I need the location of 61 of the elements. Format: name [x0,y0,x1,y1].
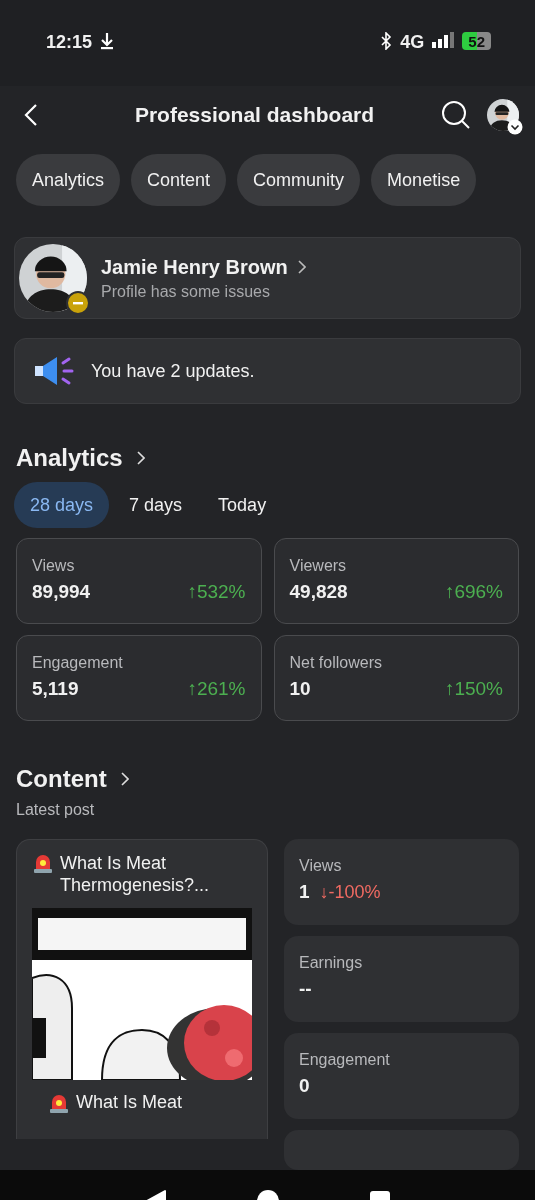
stat-card[interactable]: Earnings -- [284,936,519,1022]
stat-value: 5,119 [32,678,79,700]
chevron-right-icon[interactable] [136,451,145,465]
minus-icon [66,291,90,315]
section-title: Content [16,765,107,793]
megaphone-icon [33,354,75,388]
change-value: ↑261% [187,678,246,700]
battery-icon: 52 [462,32,491,50]
range-tab[interactable]: 28 days [14,482,110,528]
download-icon [100,32,115,50]
nav-chip[interactable]: Community [237,154,361,206]
profile-card[interactable]: Jamie Henry Brown Profile has some issues [14,237,521,319]
stat-value: 10 [289,678,311,700]
stat-card[interactable]: Engagement 5,119 ↑261% [16,635,262,721]
post-title: What Is Meat Thermogenesis?... [60,852,211,896]
profile-status: Profile has some issues [101,282,271,301]
siren-icon [32,852,54,874]
range-tab[interactable]: 7 days [113,482,199,528]
network-type: 4G [400,32,425,53]
stat-card[interactable]: Views 89,994 ↑532% [16,538,262,624]
section-title: Analytics [16,444,123,472]
page-title: Professional dashboard [133,103,376,127]
back-icon[interactable] [24,103,38,127]
change-value: ↓-100% [319,881,381,903]
stat-card[interactable]: Viewers 49,828 ↑696% [273,538,519,624]
updates-text: You have 2 updates. [91,360,255,382]
chevron-right-icon [297,260,306,274]
updates-card[interactable]: You have 2 updates. [14,338,521,404]
stat-label: Earnings [299,954,364,972]
stat-value: 49,828 [289,581,348,603]
post-card[interactable]: What Is Meat Thermogenesis?... What Is Meat [16,839,268,1139]
change-value: ↑150% [444,678,503,700]
change-value: ↑696% [444,581,503,603]
change-value: ↑532% [187,581,246,603]
stat-label: Net followers [289,654,383,672]
siren-icon [48,1092,70,1114]
stat-value: 1 [299,881,310,903]
stat-card[interactable]: Net followers 10 ↑150% [273,635,519,721]
nav-chip[interactable]: Content [131,154,227,206]
nav-chip[interactable]: Monetise [371,154,477,206]
stat-label: Views [32,557,76,575]
status-time: 12:15 [46,32,93,53]
range-tab[interactable]: Today [202,482,283,528]
stat-label: Engagement [32,654,124,672]
stat-label: Viewers [289,557,348,575]
nav-chip[interactable]: Analytics [16,154,121,206]
chevron-right-icon[interactable] [120,772,129,786]
bluetooth-icon [380,32,393,50]
stat-card[interactable]: Engagement 0 [284,1033,519,1119]
search-icon[interactable] [441,100,471,130]
stat-card[interactable]: Views 1 ↓-100% [284,839,519,925]
stat-value: -- [299,978,312,1000]
chevron-down-icon[interactable] [507,119,523,135]
post-caption: What Is Meat [76,1092,183,1113]
stat-label: Engagement [299,1051,391,1069]
profile-name: Jamie Henry Brown [101,255,288,279]
stat-value: 89,994 [32,581,91,603]
signal-icon [432,32,455,48]
stat-value: 0 [299,1075,310,1097]
stat-label: Views [299,857,343,875]
section-subtitle: Latest post [15,801,96,819]
